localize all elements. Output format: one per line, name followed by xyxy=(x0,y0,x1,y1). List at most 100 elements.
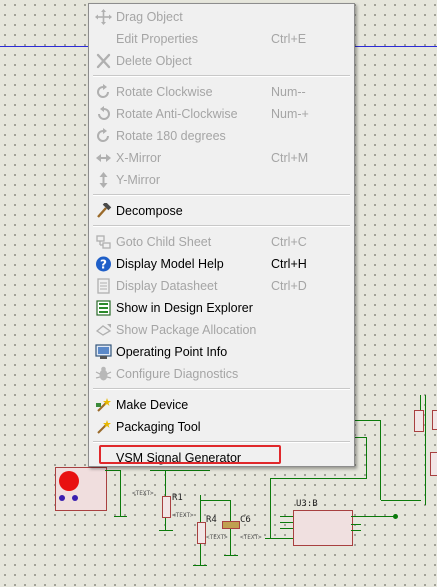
blue-wire-right xyxy=(355,46,437,47)
help-icon: ? xyxy=(95,256,112,272)
menu-item-shortcut: Num-- xyxy=(271,85,306,99)
menu-item-label: Decompose xyxy=(116,204,183,218)
menu-item-label: Display Model Help xyxy=(116,257,224,271)
wire xyxy=(351,530,361,531)
menu-item-label: Make Device xyxy=(116,398,189,412)
wire xyxy=(120,470,121,516)
wire xyxy=(280,522,293,523)
make-device-icon xyxy=(95,397,112,413)
design-explorer-icon xyxy=(95,300,112,316)
label-c6: C6 xyxy=(240,515,251,525)
y-mirror-icon xyxy=(95,172,112,188)
menu-item-packaging-tool[interactable]: Packaging Tool xyxy=(89,416,354,438)
wire xyxy=(381,500,421,501)
menu-item-delete-object[interactable]: Delete Object xyxy=(89,50,354,72)
menu-item-display-datasheet[interactable]: Display Datasheet Ctrl+D xyxy=(89,275,354,297)
rotate-ccw-icon xyxy=(95,106,112,122)
menu-item-edit-properties[interactable]: Edit Properties Ctrl+E xyxy=(89,28,354,50)
menu-item-show-in-design-explorer[interactable]: Show in Design Explorer xyxy=(89,297,354,319)
menu-item-make-device[interactable]: Make Device xyxy=(89,394,354,416)
menu-item-x-mirror[interactable]: X-Mirror Ctrl+M xyxy=(89,147,354,169)
packaging-tool-icon xyxy=(95,419,112,435)
blue-wire-left xyxy=(0,46,88,47)
wire xyxy=(351,516,396,517)
label-r4: R4 xyxy=(206,515,217,525)
menu-item-shortcut: Ctrl+H xyxy=(271,257,307,271)
menu-item-goto-child-sheet[interactable]: Goto Child Sheet Ctrl+C xyxy=(89,231,354,253)
menu-separator xyxy=(93,75,350,77)
menu-item-label: Show in Design Explorer xyxy=(116,301,253,315)
menu-item-label: Display Datasheet xyxy=(116,279,218,293)
menu-item-label: Show Package Allocation xyxy=(116,323,257,337)
wire xyxy=(351,524,361,525)
wire xyxy=(105,470,120,471)
wire xyxy=(193,565,207,566)
svg-text:?: ? xyxy=(100,258,107,272)
wire xyxy=(280,528,293,529)
text-placeholder: <TEXT> xyxy=(172,512,194,519)
menu-item-drag-object[interactable]: Drag Object xyxy=(89,6,354,28)
operating-point-icon xyxy=(95,344,112,360)
menu-item-label: Configure Diagnostics xyxy=(116,367,239,381)
rotate-180-icon xyxy=(95,128,112,144)
wire xyxy=(200,500,230,501)
wire xyxy=(425,395,426,505)
highlight-annotation-box xyxy=(99,445,281,464)
package-allocation-icon xyxy=(95,322,112,338)
hammer-icon xyxy=(95,201,112,219)
net-dot xyxy=(393,514,398,519)
menu-item-rotate-clockwise[interactable]: Rotate Clockwise Num-- xyxy=(89,81,354,103)
child-sheet-icon xyxy=(95,234,112,250)
menu-item-label: Y-Mirror xyxy=(116,173,160,187)
menu-separator xyxy=(93,225,350,227)
menu-item-configure-diagnostics[interactable]: Configure Diagnostics xyxy=(89,363,354,385)
menu-separator xyxy=(93,441,350,443)
menu-item-shortcut: Num-+ xyxy=(271,107,309,121)
component-right-bottom xyxy=(430,452,437,476)
wire xyxy=(114,516,127,517)
text-placeholder: <TEXT> xyxy=(132,490,154,497)
rotate-cw-icon xyxy=(95,84,112,100)
menu-item-shortcut: Ctrl+D xyxy=(271,279,307,293)
source-blue-dot xyxy=(72,495,78,501)
x-mirror-icon xyxy=(95,150,112,166)
wire xyxy=(355,420,381,421)
menu-item-decompose[interactable]: Decompose xyxy=(89,200,354,222)
menu-item-rotate-anti-clockwise[interactable]: Rotate Anti-Clockwise Num-+ xyxy=(89,103,354,125)
wire xyxy=(159,530,173,531)
context-menu: Drag Object Edit Properties Ctrl+E Delet… xyxy=(88,3,355,467)
menu-item-label: X-Mirror xyxy=(116,151,162,165)
menu-item-label: Operating Point Info xyxy=(116,345,228,359)
menu-item-label: Rotate Anti-Clockwise xyxy=(116,107,238,121)
menu-separator xyxy=(93,194,350,196)
menu-item-y-mirror[interactable]: Y-Mirror xyxy=(89,169,354,191)
menu-item-label: Packaging Tool xyxy=(116,420,201,434)
menu-item-rotate-180[interactable]: Rotate 180 degrees xyxy=(89,125,354,147)
wire xyxy=(150,470,210,471)
label-r1: R1 xyxy=(172,493,183,503)
move-icon xyxy=(95,9,112,25)
source-red-dot xyxy=(59,471,79,491)
datasheet-icon xyxy=(95,278,112,294)
menu-item-display-model-help[interactable]: ? Display Model Help Ctrl+H xyxy=(89,253,354,275)
menu-item-shortcut: Ctrl+E xyxy=(271,32,307,46)
chip-u3b xyxy=(293,510,353,546)
source-blue-dot xyxy=(59,495,65,501)
label-u3b: U3:B xyxy=(296,499,318,509)
menu-item-label: Goto Child Sheet xyxy=(116,235,212,249)
text-placeholder: <TEXT> xyxy=(206,534,228,541)
wire xyxy=(280,516,293,517)
wire xyxy=(270,478,367,479)
menu-item-label: Delete Object xyxy=(116,54,192,68)
capacitor-c6 xyxy=(222,521,240,529)
wire xyxy=(270,478,271,538)
resistor-r4 xyxy=(197,522,206,544)
text-placeholder: <TEXT> xyxy=(240,534,262,541)
menu-item-label: Rotate 180 degrees xyxy=(116,129,226,143)
delete-x-icon xyxy=(95,53,112,69)
wire xyxy=(380,420,381,500)
wire xyxy=(224,555,238,556)
component-right-top xyxy=(414,410,424,432)
menu-item-operating-point-info[interactable]: Operating Point Info xyxy=(89,341,354,363)
menu-item-show-package-allocation[interactable]: Show Package Allocation xyxy=(89,319,354,341)
